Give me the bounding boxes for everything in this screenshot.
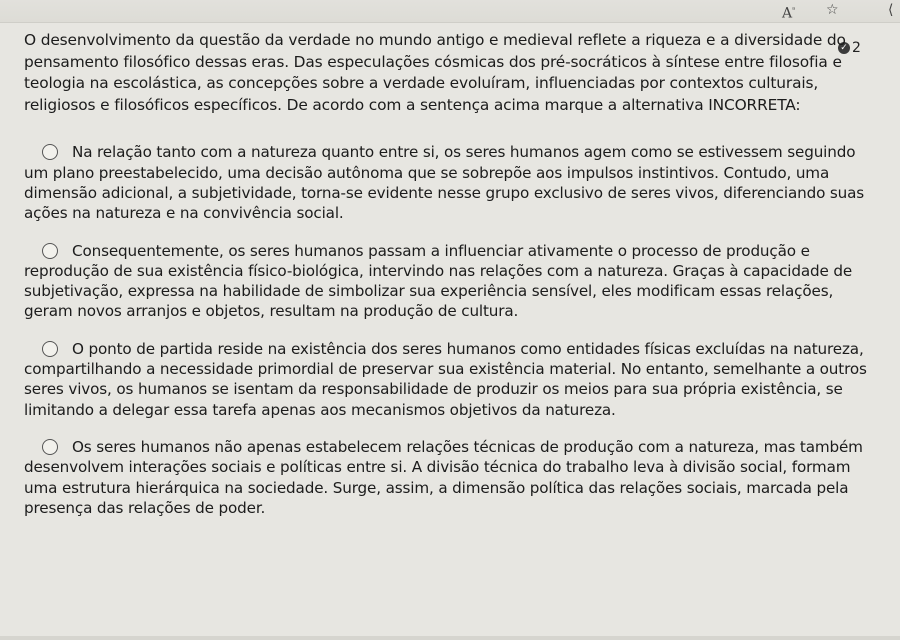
option-c-text[interactable]: O ponto de partida reside na existência … xyxy=(24,339,882,420)
option-b-text[interactable]: Consequentemente, os seres humanos passa… xyxy=(24,241,882,322)
question-card: O desenvolvimento da questão da verdade … xyxy=(24,30,882,535)
more-icon[interactable]: ⟨ xyxy=(888,2,893,18)
option-b[interactable]: Consequentemente, os seres humanos passa… xyxy=(24,241,882,322)
options-list: Na relação tanto com a natureza quanto e… xyxy=(24,142,882,518)
option-c[interactable]: O ponto de partida reside na existência … xyxy=(24,339,882,420)
star-icon[interactable]: ☆ xyxy=(826,2,839,18)
option-d[interactable]: Os seres humanos não apenas estabelecem … xyxy=(24,437,882,518)
question-text: O desenvolvimento da questão da verdade … xyxy=(24,31,846,114)
browser-toolbar: Aᵃ ☆ ⟨ xyxy=(0,0,900,23)
bottom-divider xyxy=(0,636,900,640)
radio-button-icon[interactable] xyxy=(42,340,58,357)
radio-button-icon[interactable] xyxy=(42,438,58,455)
option-d-text[interactable]: Os seres humanos não apenas estabelecem … xyxy=(24,437,882,518)
option-a[interactable]: Na relação tanto com a natureza quanto e… xyxy=(24,142,882,223)
read-aloud-icon[interactable]: Aᵃ xyxy=(782,2,795,22)
radio-button-icon[interactable] xyxy=(42,242,58,259)
option-a-text[interactable]: Na relação tanto com a natureza quanto e… xyxy=(24,142,882,223)
